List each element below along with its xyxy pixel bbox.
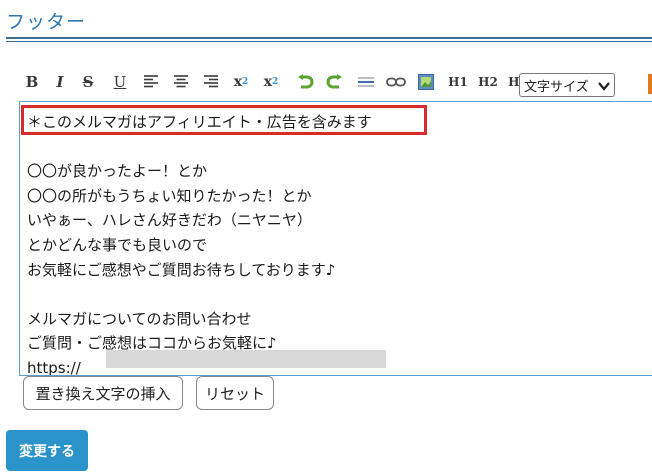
editor-line: 〇〇の所がもうちょい知りたかった！とか: [27, 186, 312, 205]
subscript-base: x: [233, 74, 243, 90]
heading-1-button[interactable]: H1: [446, 70, 470, 94]
align-left-icon: [144, 75, 158, 88]
link-button[interactable]: [384, 70, 408, 94]
align-center-icon: [174, 75, 188, 88]
reset-button[interactable]: リセット: [196, 376, 274, 410]
redacted-url: [106, 350, 386, 368]
footer-editor[interactable]: ＊このメルマガはアフィリエイト・広告を含みます 〇〇が良かったよー！とか 〇〇の…: [19, 101, 652, 376]
undo-icon: [298, 74, 314, 89]
superscript-button[interactable]: x2: [260, 70, 282, 94]
bold-button[interactable]: B: [22, 70, 42, 94]
align-right-button[interactable]: [201, 70, 221, 94]
section-title: フッター: [6, 11, 87, 33]
redo-button[interactable]: [324, 70, 346, 94]
heading-2-button[interactable]: H2: [476, 70, 500, 94]
undo-button[interactable]: [294, 70, 316, 94]
horizontal-rule-icon: [358, 77, 374, 87]
image-button[interactable]: [415, 70, 437, 94]
superscript-base: x: [263, 74, 273, 90]
editor-line: ＊このメルマガはアフィリエイト・広告を含みます: [27, 113, 372, 131]
link-icon: [386, 77, 406, 87]
subscript-mark: 2: [242, 77, 249, 87]
redo-icon: [326, 74, 342, 89]
horizontal-rule-button[interactable]: [354, 70, 378, 94]
align-center-button[interactable]: [171, 70, 191, 94]
align-right-icon: [204, 75, 218, 88]
editor-line: お気軽にご感想やご質問お待ちしております♪: [27, 260, 336, 279]
chevron-down-icon: [598, 82, 610, 91]
font-size-select[interactable]: 文字サイズ: [519, 73, 615, 97]
save-button[interactable]: 変更する: [6, 430, 88, 471]
insert-placeholder-button[interactable]: 置き換え文字の挿入: [23, 376, 183, 410]
strikethrough-button[interactable]: S: [80, 70, 96, 94]
editor-line: 〇〇が良かったよー！とか: [27, 162, 208, 181]
image-icon: [418, 74, 434, 90]
superscript-mark: 2: [272, 77, 279, 87]
underline-button[interactable]: U: [112, 70, 128, 94]
editor-line: いやぁー、ハレさん好きだわ（ニヤニヤ）: [27, 211, 312, 230]
editor-line: メルマガについてのお問い合わせ: [27, 309, 252, 328]
font-size-select-value: 文字サイズ: [524, 79, 589, 95]
toolbar-overflow-edge: [648, 74, 652, 94]
editor-line: とかどんな事でも良いので: [27, 235, 208, 254]
align-left-button[interactable]: [141, 70, 161, 94]
section-title-rule: [6, 37, 652, 42]
italic-button[interactable]: I: [52, 70, 68, 94]
editor-content: ＊このメルマガはアフィリエイト・広告を含みます 〇〇が良かったよー！とか 〇〇の…: [27, 110, 372, 375]
subscript-button[interactable]: x2: [230, 70, 252, 94]
